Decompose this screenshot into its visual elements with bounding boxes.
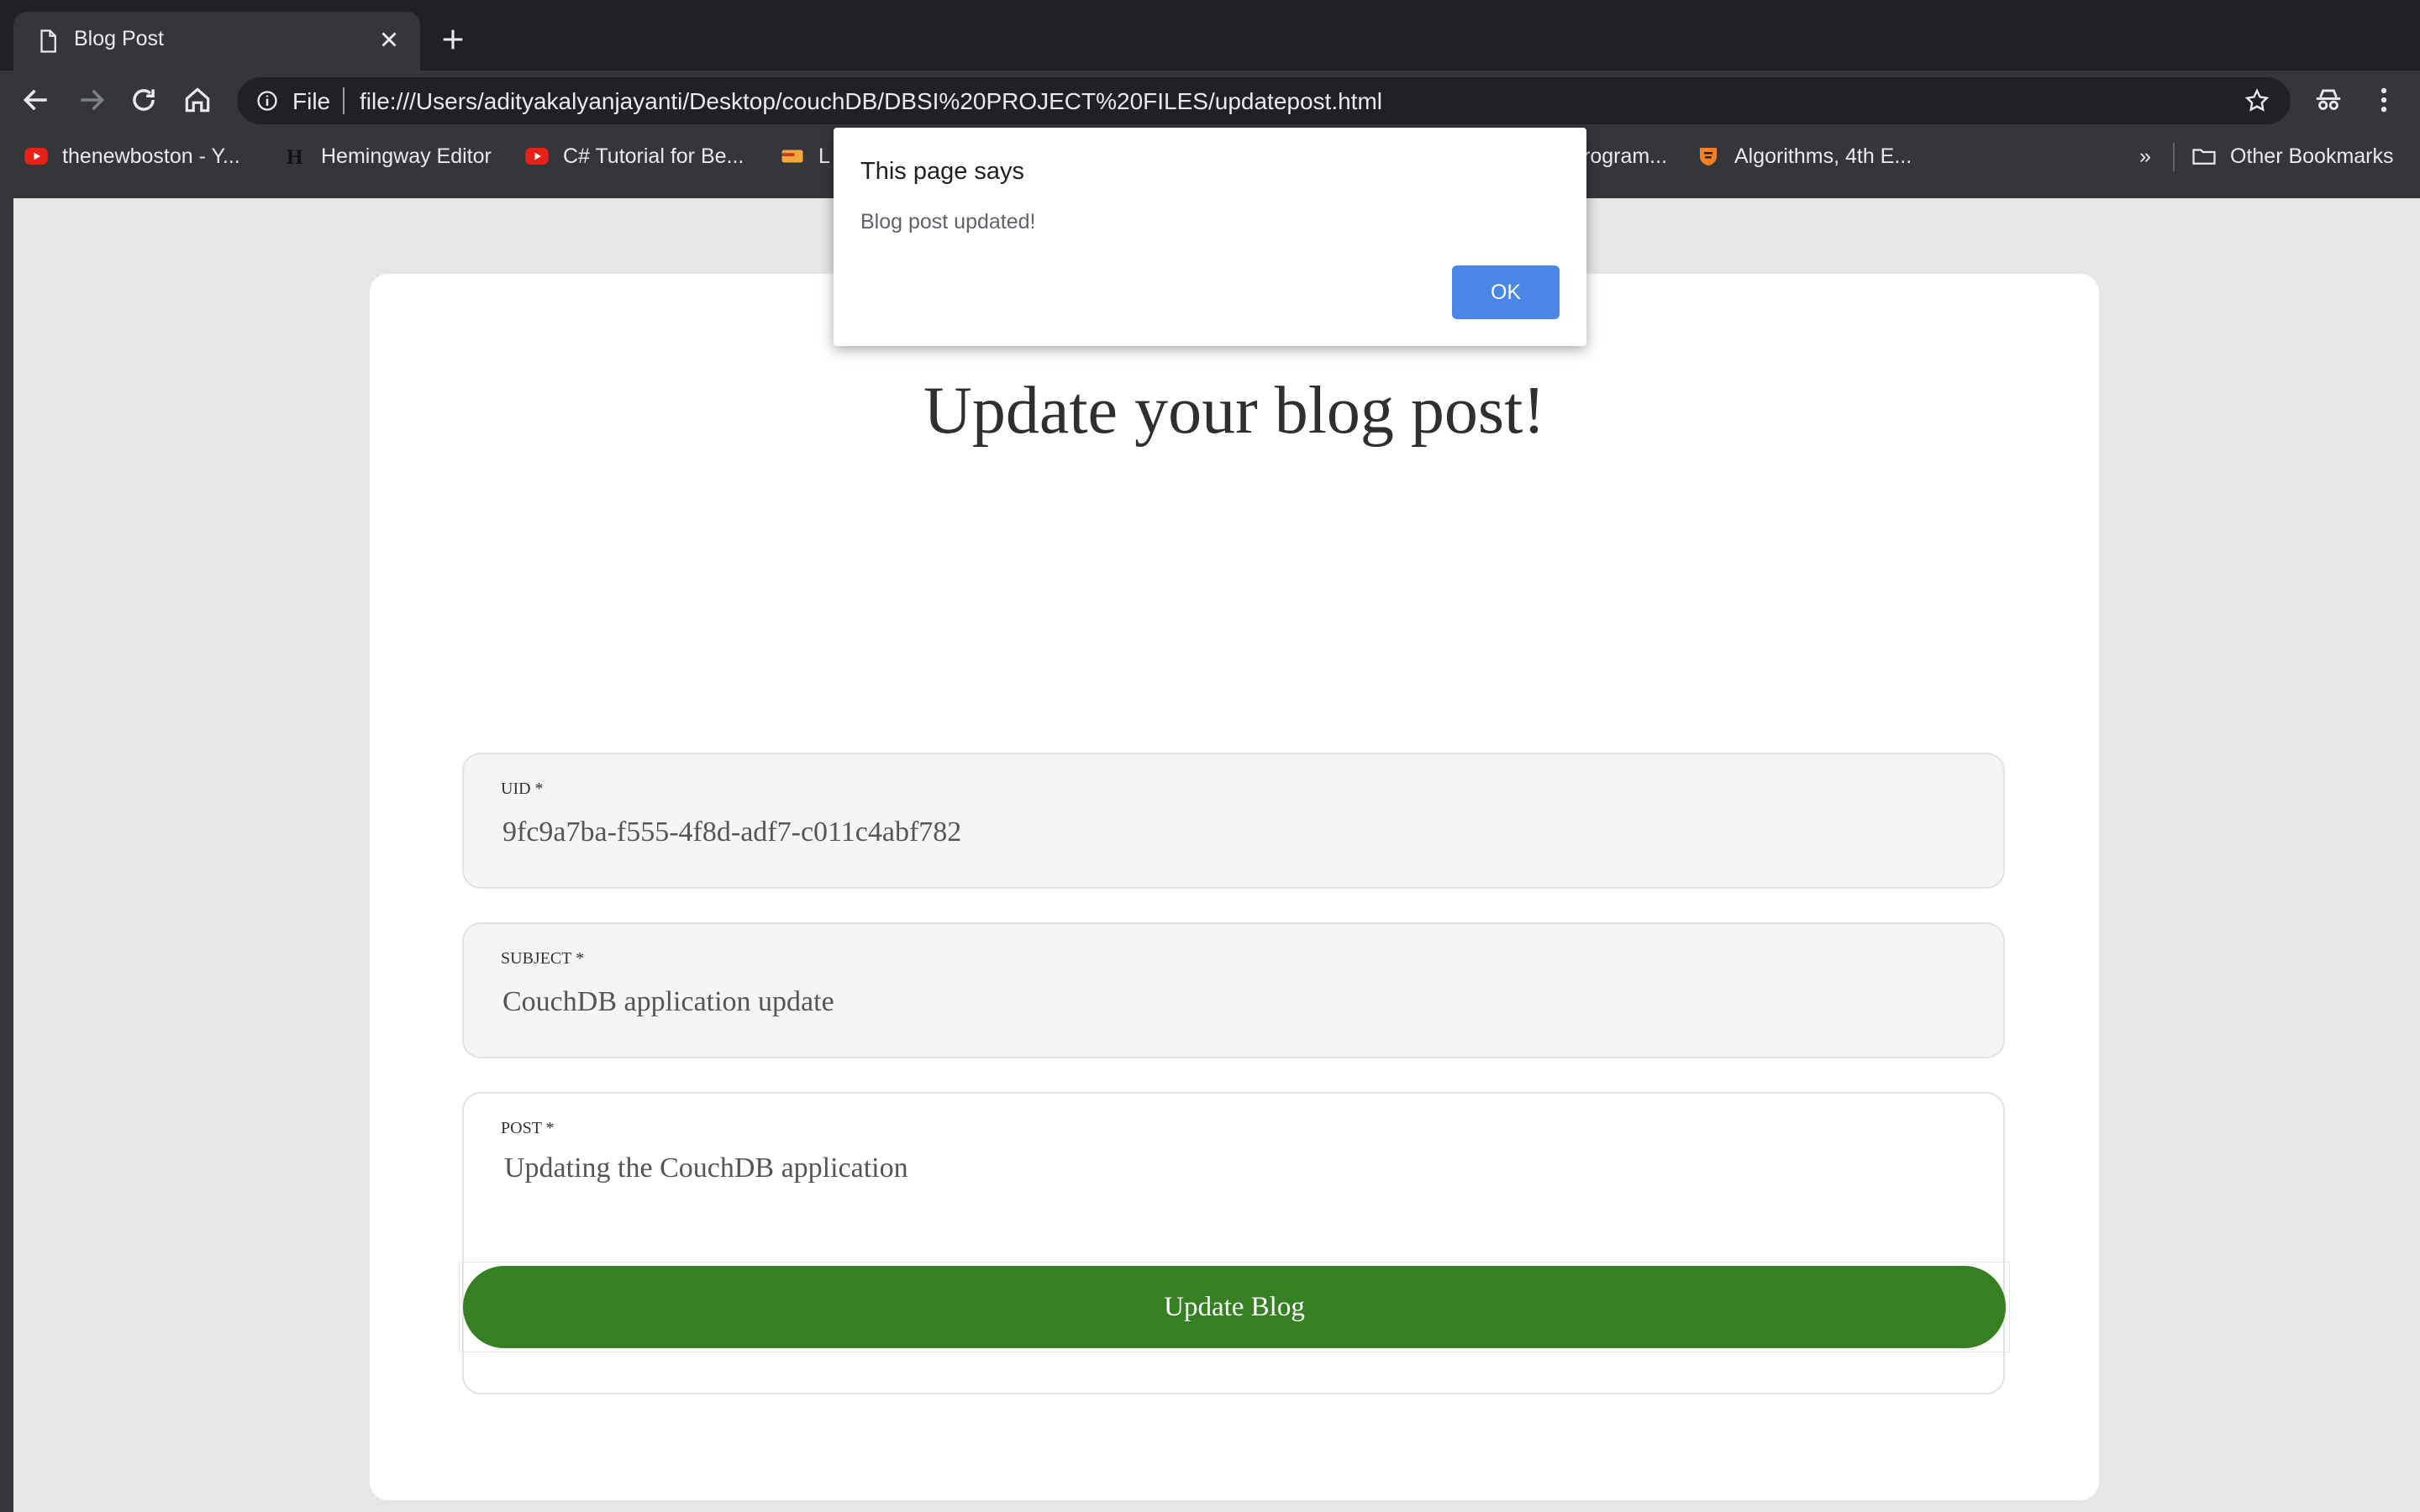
bookmarks-overflow-button[interactable]: »: [2139, 141, 2151, 171]
subject-field[interactable]: SUBJECT * CouchDB application update: [462, 922, 2005, 1058]
bookmark-algorithms[interactable]: Algorithms, 4th E...: [1696, 141, 1912, 171]
back-icon[interactable]: [20, 84, 52, 116]
page-icon: [40, 29, 56, 53]
bookmark-label: Hemingway Editor: [321, 144, 492, 168]
uid-value[interactable]: 9fc9a7ba-f555-4f8d-adf7-c011c4abf782: [502, 816, 961, 848]
folder-icon: [2192, 149, 2216, 165]
page-body: Update your blog post! UID * 9fc9a7ba-f5…: [13, 198, 2420, 1512]
uid-label: UID *: [501, 780, 544, 798]
subject-value[interactable]: CouchDB application update: [502, 986, 834, 1018]
new-tab-icon[interactable]: [439, 25, 467, 54]
reload-icon[interactable]: [128, 84, 160, 116]
update-blog-button[interactable]: Update Blog: [463, 1266, 2006, 1348]
bookmark-partial[interactable]: L: [780, 141, 830, 171]
home-icon[interactable]: [182, 84, 213, 116]
tab-blog-post[interactable]: Blog Post: [13, 12, 420, 71]
bookmark-label: thenewboston - Y...: [62, 144, 240, 168]
other-bookmarks-label: Other Bookmarks: [2230, 144, 2394, 168]
submit-wrapper: Update Blog: [459, 1262, 2010, 1352]
bookmark-star-icon[interactable]: [2244, 87, 2270, 114]
post-value[interactable]: Updating the CouchDB application: [504, 1152, 908, 1184]
bookmarks-divider: [2173, 143, 2175, 171]
info-icon[interactable]: [255, 89, 279, 113]
omnibox-divider: [343, 87, 345, 114]
hemingway-icon: H: [287, 146, 303, 169]
bookmark-label: rogram...: [1583, 144, 1668, 168]
bookmark-csharp-tutorial[interactable]: C# Tutorial for Be...: [524, 141, 744, 171]
bookmark-label: L: [818, 144, 830, 168]
browser-toolbar: File file:///Users/adityakalyanjayanti/D…: [0, 71, 2420, 129]
youtube-icon: [525, 148, 549, 165]
menu-icon[interactable]: [2368, 84, 2400, 116]
subject-label: SUBJECT *: [501, 949, 585, 968]
bookmark-label: Algorithms, 4th E...: [1734, 144, 1912, 168]
post-label: POST *: [501, 1119, 555, 1137]
alert-dialog: This page says Blog post updated! OK: [834, 128, 1586, 346]
incognito-icon[interactable]: [2312, 84, 2344, 116]
ok-button[interactable]: OK: [1452, 265, 1560, 319]
dialog-message: Blog post updated!: [860, 210, 1036, 234]
close-icon[interactable]: [376, 27, 402, 52]
tab-title: Blog Post: [74, 27, 165, 50]
page-viewport: Update your blog post! UID * 9fc9a7ba-f5…: [0, 185, 2420, 1512]
other-bookmarks[interactable]: Other Bookmarks: [2191, 141, 2394, 171]
page-title: Update your blog post!: [923, 374, 1545, 448]
uid-field[interactable]: UID * 9fc9a7ba-f555-4f8d-adf7-c011c4abf7…: [462, 753, 2005, 889]
princeton-icon: [1700, 148, 1717, 166]
url-text[interactable]: file:///Users/adityakalyanjayanti/Deskto…: [360, 88, 1382, 115]
youtube-icon: [24, 148, 48, 165]
bookmark-thenewboston[interactable]: thenewboston - Y...: [24, 141, 240, 171]
dialog-title: This page says: [860, 158, 1025, 185]
chevron-double-right-icon: »: [2139, 144, 2151, 168]
tab-strip: Blog Post: [0, 0, 2420, 71]
bookmark-favicon-icon: [781, 150, 803, 163]
scheme-label: File: [292, 88, 331, 114]
bookmark-label: C# Tutorial for Be...: [563, 144, 744, 168]
address-bar[interactable]: File file:///Users/adityakalyanjayanti/D…: [237, 77, 2291, 124]
form-card: Update your blog post! UID * 9fc9a7ba-f5…: [370, 274, 2099, 1500]
svg-text:H: H: [287, 146, 303, 169]
forward-icon[interactable]: [76, 84, 108, 116]
bookmark-hemingway[interactable]: H Hemingway Editor: [282, 141, 492, 171]
bookmark-programming[interactable]: rogram...: [1583, 141, 1667, 171]
